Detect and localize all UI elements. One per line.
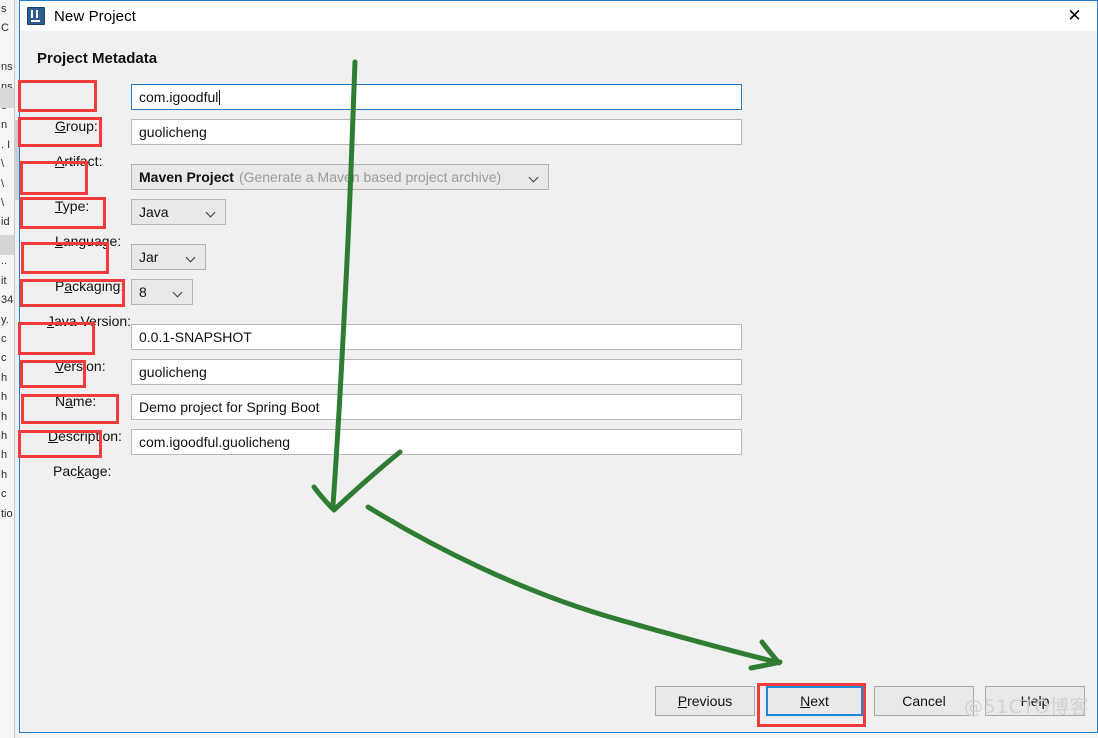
- packaging-dropdown[interactable]: Jar: [131, 244, 206, 270]
- help-button-label: Help: [1020, 693, 1050, 709]
- version-input[interactable]: 0.0.1-SNAPSHOT: [131, 324, 742, 350]
- intellij-idea-icon: [27, 7, 45, 25]
- group-input[interactable]: com.igoodful: [131, 84, 742, 110]
- label-packaging-text: ckaging:: [72, 278, 125, 294]
- dialog-titlebar: New Project ✕: [20, 1, 1097, 32]
- previous-button-label: revious: [687, 693, 733, 709]
- packaging-dropdown-value: Jar: [139, 249, 159, 265]
- group-input-value: com.igoodful: [139, 89, 219, 105]
- background-code-sliver: s C ns ns o n . I \ \ \ id ke .. it 34 y…: [0, 0, 15, 738]
- label-group: Group:: [55, 118, 98, 134]
- cancel-button-label: Cancel: [902, 693, 946, 709]
- language-dropdown[interactable]: Java: [131, 199, 226, 225]
- previous-button[interactable]: Previous: [655, 686, 755, 716]
- label-package: Package:: [53, 463, 111, 479]
- package-input[interactable]: com.igoodful.guolicheng: [131, 429, 742, 455]
- next-button-mnemonic: N: [800, 693, 811, 709]
- label-artifact: Artifact:: [55, 153, 102, 169]
- name-input-value: guolicheng: [139, 364, 207, 380]
- label-name: Name:: [55, 393, 96, 409]
- label-java-version-mnemonic: J: [47, 313, 54, 329]
- label-type-text: ype:: [62, 198, 90, 214]
- label-name-pre: N: [55, 393, 66, 409]
- label-name-mnemonic: a: [65, 393, 73, 409]
- label-group-text: roup:: [65, 118, 98, 134]
- dialog-body: Project Metadata Group: Artifact: Type: …: [20, 31, 1097, 666]
- background-selection-highlight-top: [0, 88, 14, 108]
- type-dropdown-hint: (Generate a Maven based project archive): [238, 169, 502, 185]
- previous-button-mnemonic: P: [677, 693, 688, 709]
- label-java-version: Java Version:: [47, 313, 131, 329]
- language-dropdown-value: Java: [139, 204, 169, 220]
- label-artifact-mnemonic: A: [55, 153, 65, 169]
- page-title: Project Metadata: [37, 50, 158, 67]
- label-packaging: Packaging:: [55, 278, 124, 294]
- description-input[interactable]: Demo project for Spring Boot: [131, 394, 742, 420]
- chevron-down-icon: [187, 253, 196, 262]
- description-input-value: Demo project for Spring Boot: [139, 399, 320, 415]
- chevron-down-icon: [530, 173, 539, 182]
- label-package-text: age:: [84, 463, 112, 479]
- label-type-mnemonic: T: [55, 198, 63, 214]
- label-name-text: me:: [72, 393, 97, 409]
- name-input[interactable]: guolicheng: [131, 359, 742, 385]
- label-packaging-mnemonic: a: [64, 278, 73, 294]
- text-caret: [219, 89, 221, 105]
- package-input-value: com.igoodful.guolicheng: [139, 434, 290, 450]
- label-language-mnemonic: L: [55, 233, 63, 249]
- label-type: Type:: [55, 198, 89, 214]
- label-version-mnemonic: V: [55, 358, 64, 374]
- cancel-button[interactable]: Cancel: [874, 686, 974, 716]
- label-group-mnemonic: G: [55, 118, 66, 134]
- label-description-mnemonic: D: [48, 428, 59, 444]
- close-icon[interactable]: ✕: [1052, 1, 1097, 31]
- artifact-input[interactable]: guolicheng: [131, 119, 742, 145]
- next-button-label: ext: [810, 693, 829, 709]
- dialog-button-bar: Previous Next Cancel Help @51CTO博客: [20, 665, 1097, 732]
- type-dropdown[interactable]: Maven Project (Generate a Maven based pr…: [131, 164, 549, 190]
- label-description: Description:: [48, 428, 122, 444]
- label-packaging-pre: P: [55, 278, 65, 294]
- background-selection-highlight: [0, 235, 14, 255]
- chevron-down-icon: [207, 208, 216, 217]
- label-package-pre: Pac: [53, 463, 78, 479]
- next-button[interactable]: Next: [764, 684, 865, 718]
- label-description-text: escription:: [58, 428, 122, 444]
- label-java-version-text: ava Version:: [54, 313, 132, 329]
- type-dropdown-value: Maven Project: [139, 169, 234, 185]
- label-version-text: ersion:: [63, 358, 106, 374]
- help-button[interactable]: Help: [985, 686, 1085, 716]
- java-version-dropdown-value: 8: [139, 284, 147, 300]
- chevron-down-icon: [174, 288, 183, 297]
- dialog-title: New Project: [54, 7, 136, 25]
- label-language-text: anguage:: [62, 233, 122, 249]
- version-input-value: 0.0.1-SNAPSHOT: [139, 329, 252, 345]
- label-language: Language:: [55, 233, 121, 249]
- java-version-dropdown[interactable]: 8: [131, 279, 193, 305]
- label-version: Version:: [55, 358, 106, 374]
- new-project-dialog: New Project ✕ Project Metadata Group: Ar…: [19, 0, 1098, 733]
- artifact-input-value: guolicheng: [139, 124, 207, 140]
- label-artifact-text: rtifact:: [64, 153, 103, 169]
